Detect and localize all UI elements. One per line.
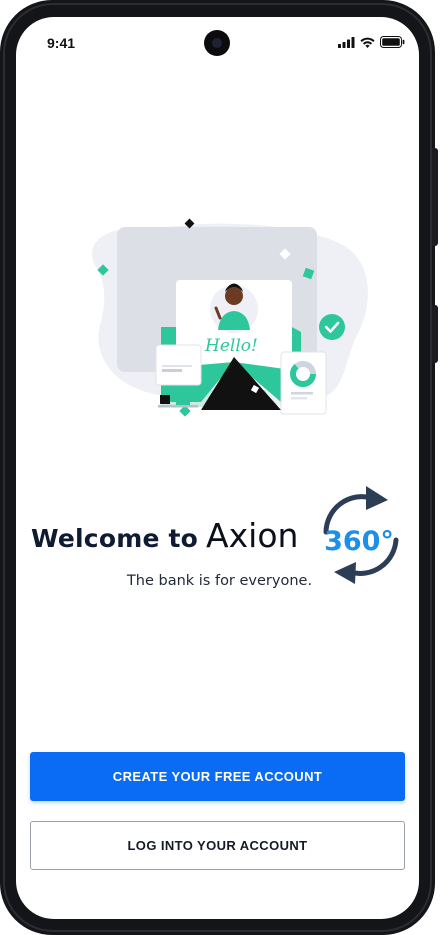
power-button: [432, 148, 438, 246]
app-screen: 9:41 Hello! Welcome to Axion 360° The ba…: [16, 17, 419, 919]
create-account-button[interactable]: CREATE YOUR FREE ACCOUNT: [30, 752, 405, 801]
welcome-headline: Welcome to Axion: [31, 516, 298, 555]
front-camera: [204, 30, 230, 56]
svg-text:Hello!: Hello!: [204, 336, 258, 356]
tagline: The bank is for everyone.: [16, 573, 419, 589]
svg-text:360°: 360°: [324, 526, 394, 557]
status-icons: [338, 36, 405, 48]
wifi-icon: [360, 37, 375, 48]
battery-icon: [380, 36, 405, 48]
status-time: 9:41: [47, 35, 76, 51]
login-button[interactable]: LOG INTO YOUR ACCOUNT: [30, 821, 405, 870]
envelope-hello-illustration: Hello!: [92, 218, 368, 417]
welcome-text: Welcome to: [31, 524, 199, 553]
volume-button: [432, 305, 438, 363]
tagline-text: The bank is for everyone.: [126, 573, 313, 589]
brand-name: Axion: [206, 516, 299, 555]
signal-icon: [338, 36, 355, 48]
